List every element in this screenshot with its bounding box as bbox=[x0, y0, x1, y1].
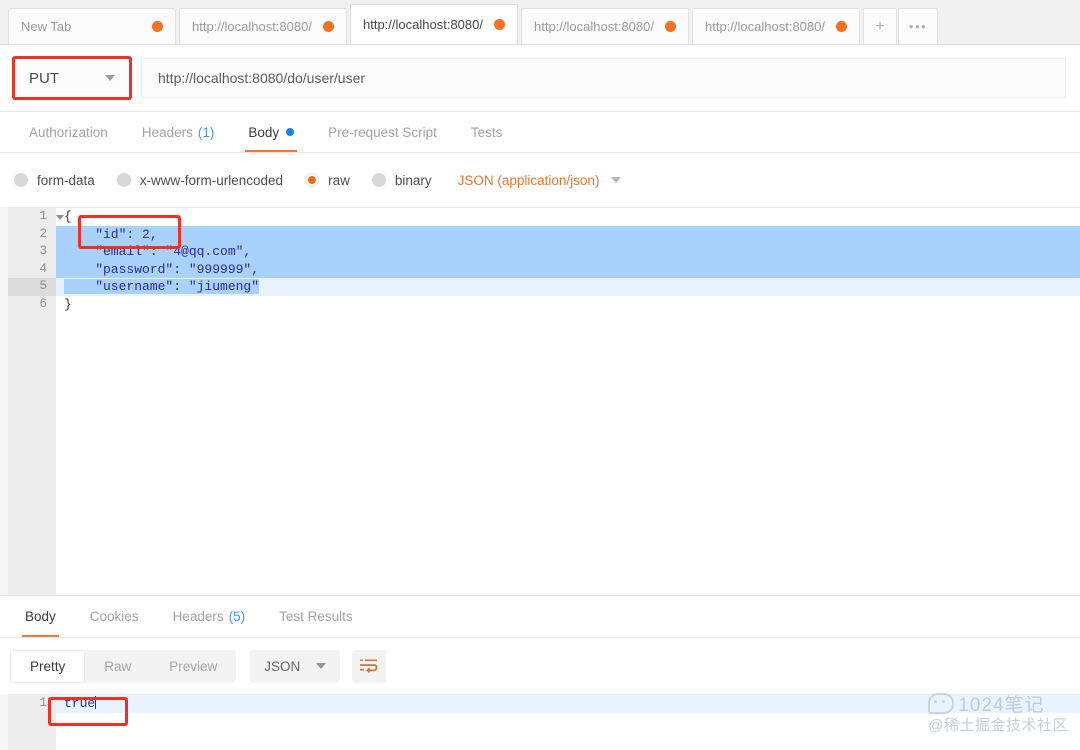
response-headers-count: (5) bbox=[228, 609, 246, 624]
body-format-label: JSON (application/json) bbox=[457, 172, 600, 188]
line-number: 5 bbox=[8, 278, 56, 296]
tab-label: Cookies bbox=[89, 609, 139, 624]
url-bar: PUT http://localhost:8080/do/user/user bbox=[0, 45, 1080, 112]
code-line[interactable]: "id": 2, bbox=[56, 225, 1080, 243]
chevron-down-icon bbox=[316, 663, 327, 669]
body-format-selector[interactable]: JSON (application/json) bbox=[458, 173, 622, 188]
code-line[interactable]: "password": "999999", bbox=[56, 260, 1080, 278]
line-number: 1 bbox=[39, 696, 47, 710]
radio-icon[interactable] bbox=[371, 173, 386, 187]
wrap-lines-icon bbox=[360, 659, 378, 674]
response-tab-body[interactable]: Body bbox=[8, 596, 73, 637]
response-tab-test-results[interactable]: Test Results bbox=[262, 596, 370, 637]
response-body-editor[interactable]: 1 true bbox=[8, 694, 1080, 750]
chevron-down-icon bbox=[611, 177, 622, 183]
unsaved-dot-icon[interactable] bbox=[323, 21, 334, 32]
tab-label: Body bbox=[25, 609, 56, 624]
tab-label: Headers bbox=[141, 124, 193, 140]
editor-code-area[interactable]: { "id": 2, "email": "4@qq.com", "passwor… bbox=[56, 208, 1080, 595]
body-type-label: raw bbox=[328, 172, 350, 188]
tab-authorization[interactable]: Authorization bbox=[12, 112, 125, 152]
code-line[interactable]: "email": "4@qq.com", bbox=[56, 243, 1080, 261]
tab-label: http://localhost:8080/ bbox=[705, 19, 825, 34]
line-number: 3 bbox=[39, 244, 47, 258]
request-tab-strip: Authorization Headers (1) Body Pre-reque… bbox=[0, 112, 1080, 153]
response-code-area[interactable]: true bbox=[56, 695, 1080, 750]
editor-gutter: 1 2 3 4 5 6 bbox=[8, 208, 64, 595]
tab-label: http://localhost:8080/ bbox=[363, 17, 483, 32]
tab-headers[interactable]: Headers (1) bbox=[125, 112, 232, 152]
response-tab-cookies[interactable]: Cookies bbox=[73, 596, 156, 637]
line-number: 2 bbox=[39, 226, 47, 241]
body-type-raw[interactable]: raw bbox=[305, 173, 350, 188]
tab-label: Tests bbox=[470, 124, 503, 140]
request-tab-0[interactable]: New Tab bbox=[8, 8, 176, 44]
radio-selected-icon[interactable] bbox=[305, 173, 320, 187]
tab-body[interactable]: Body bbox=[231, 112, 311, 152]
response-toolbar: Pretty Raw Preview JSON bbox=[0, 638, 1080, 694]
tab-label: Body bbox=[248, 124, 280, 140]
unsaved-dot-icon[interactable] bbox=[494, 19, 505, 30]
tab-label: New Tab bbox=[21, 19, 72, 34]
body-type-urlencoded[interactable]: x-www-form-urlencoded bbox=[116, 172, 284, 188]
view-mode-raw[interactable]: Raw bbox=[85, 650, 150, 683]
response-tab-headers[interactable]: Headers (5) bbox=[156, 596, 263, 637]
body-modified-dot-icon bbox=[286, 128, 295, 136]
body-type-form-data[interactable]: form-data bbox=[14, 173, 95, 188]
body-type-label: form-data bbox=[37, 172, 95, 188]
unsaved-dot-icon[interactable] bbox=[665, 21, 676, 32]
unsaved-dot-icon[interactable] bbox=[836, 21, 847, 32]
line-number: 4 bbox=[39, 261, 47, 276]
tab-label: Pre-request Script bbox=[328, 124, 437, 140]
view-mode-preview[interactable]: Preview bbox=[150, 650, 236, 683]
body-type-label: binary bbox=[394, 172, 432, 188]
response-tab-strip: Body Cookies Headers (5) Test Results bbox=[0, 595, 1080, 638]
request-body-editor[interactable]: 1 2 3 4 5 6 { "id": 2, "email": "4@qq.co… bbox=[8, 207, 1080, 595]
headers-count: (1) bbox=[197, 124, 215, 140]
request-tab-3[interactable]: http://localhost:8080/ bbox=[521, 8, 689, 44]
tab-tests[interactable]: Tests bbox=[454, 112, 520, 152]
view-mode-pretty[interactable]: Pretty bbox=[10, 649, 86, 683]
unsaved-dot-icon[interactable] bbox=[152, 21, 163, 32]
code-line[interactable]: true bbox=[56, 695, 1080, 713]
http-method-label: PUT bbox=[29, 69, 59, 87]
request-tab-1[interactable]: http://localhost:8080/ bbox=[179, 8, 347, 44]
wrap-lines-button[interactable] bbox=[352, 649, 387, 683]
code-line[interactable]: } bbox=[56, 296, 1080, 314]
body-type-binary[interactable]: binary bbox=[371, 172, 432, 188]
tab-label: http://localhost:8080/ bbox=[534, 19, 654, 34]
body-type-label: x-www-form-urlencoded bbox=[139, 172, 284, 188]
tab-options-button[interactable]: ••• bbox=[898, 8, 938, 44]
request-tab-4[interactable]: http://localhost:8080/ bbox=[692, 8, 860, 44]
response-editor-gutter: 1 bbox=[8, 695, 56, 750]
code-line[interactable]: { bbox=[56, 208, 1080, 226]
response-format-selector[interactable]: JSON bbox=[250, 649, 341, 683]
url-input[interactable]: http://localhost:8080/do/user/user bbox=[141, 58, 1066, 98]
tab-label: http://localhost:8080/ bbox=[192, 19, 312, 34]
line-number: 1 bbox=[8, 208, 64, 226]
request-tab-2[interactable]: http://localhost:8080/ bbox=[350, 4, 518, 44]
text-caret bbox=[95, 696, 97, 709]
body-type-row: form-data x-www-form-urlencoded raw bina… bbox=[0, 153, 1080, 207]
radio-icon[interactable] bbox=[14, 173, 28, 187]
line-number: 6 bbox=[39, 296, 47, 311]
tab-label: Authorization bbox=[29, 124, 108, 140]
response-format-label: JSON bbox=[264, 658, 301, 674]
browser-tab-bar: New Tab http://localhost:8080/ http://lo… bbox=[0, 0, 1080, 45]
tab-pre-request-script[interactable]: Pre-request Script bbox=[311, 112, 454, 152]
tab-label: Headers bbox=[172, 609, 224, 624]
http-method-selector[interactable]: PUT bbox=[12, 56, 132, 100]
response-view-mode-group: Pretty Raw Preview bbox=[10, 649, 237, 683]
chevron-down-icon bbox=[105, 75, 115, 81]
new-tab-button[interactable]: + bbox=[863, 8, 897, 44]
radio-icon[interactable] bbox=[116, 173, 131, 187]
tab-label: Test Results bbox=[279, 609, 353, 624]
code-line[interactable]: "username": "jiumeng" bbox=[56, 278, 1080, 296]
